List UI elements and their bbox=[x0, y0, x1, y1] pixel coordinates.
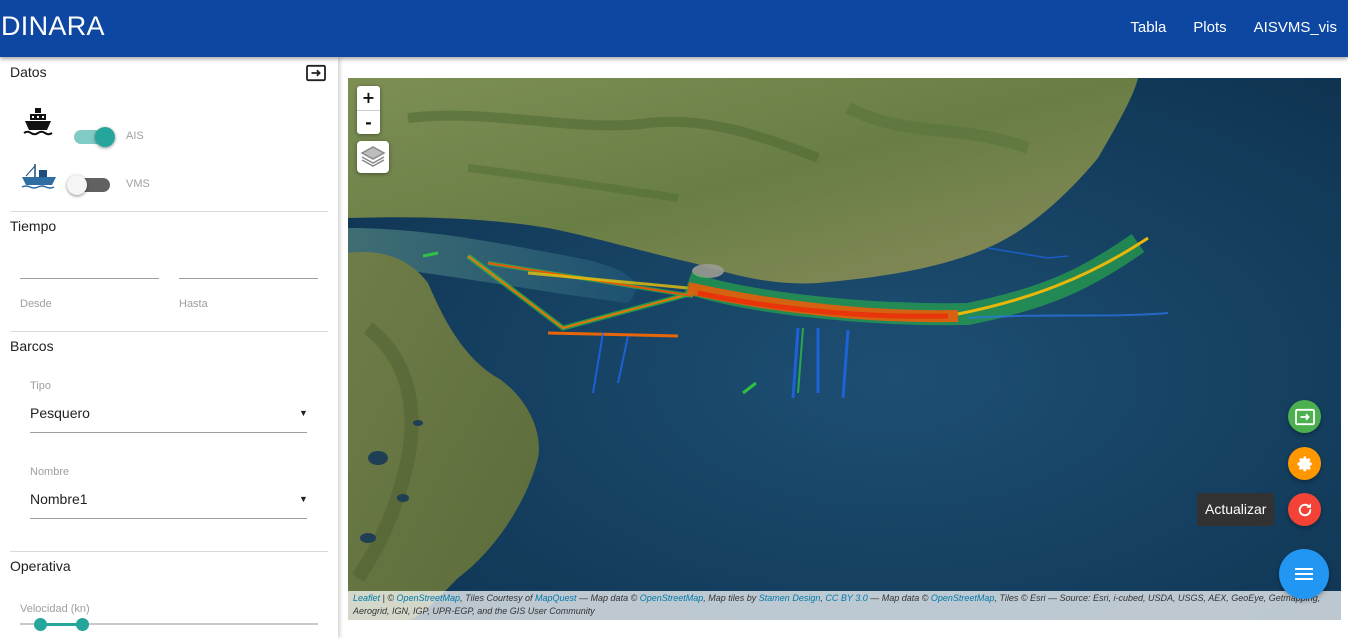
section-title-datos: Datos bbox=[10, 64, 47, 80]
menu-icon bbox=[1295, 568, 1313, 580]
refresh-tooltip: Actualizar bbox=[1197, 493, 1275, 526]
nav-link-aisvms-vis[interactable]: AISVMS_vis bbox=[1254, 19, 1337, 36]
layers-icon bbox=[360, 146, 386, 167]
nav-links: Tabla Plots AISVMS_vis bbox=[1103, 19, 1337, 36]
refresh-icon bbox=[1298, 502, 1311, 516]
gear-icon bbox=[1297, 456, 1312, 471]
refresh-fab[interactable] bbox=[1288, 493, 1321, 526]
stamen-design-link[interactable]: Stamen Design bbox=[759, 593, 821, 603]
section-title-barcos: Barcos bbox=[10, 338, 54, 354]
openstreetmap-link[interactable]: OpenStreetMap bbox=[397, 593, 461, 603]
menu-fab[interactable] bbox=[1279, 549, 1329, 599]
divider bbox=[10, 211, 328, 212]
desde-input[interactable] bbox=[20, 278, 159, 279]
tipo-dropdown-arrow-icon[interactable]: ▼ bbox=[299, 408, 308, 418]
attribution-text: — Map data © bbox=[867, 593, 931, 603]
fishing-boat-icon bbox=[21, 164, 56, 189]
section-title-operativa: Operativa bbox=[10, 558, 71, 574]
cc-by-link[interactable]: CC BY 3.0 bbox=[825, 593, 867, 603]
layers-button[interactable] bbox=[357, 141, 389, 173]
cruise-ship-icon bbox=[23, 108, 53, 136]
mapquest-link[interactable]: MapQuest bbox=[535, 593, 577, 603]
login-icon bbox=[1294, 408, 1315, 425]
velocidad-label: Velocidad (kn) bbox=[20, 603, 90, 615]
top-app-bar: DINARA Tabla Plots AISVMS_vis bbox=[0, 0, 1348, 57]
velocidad-slider-min-thumb[interactable] bbox=[34, 618, 47, 631]
ais-label: AIS bbox=[126, 130, 144, 142]
openstreetmap-link[interactable]: OpenStreetMap bbox=[640, 593, 704, 603]
attribution-text: , Map tiles by bbox=[703, 593, 759, 603]
zoom-out-button[interactable]: - bbox=[357, 110, 380, 134]
satellite-basemap bbox=[348, 78, 1341, 620]
attribution-text: | © bbox=[380, 593, 397, 603]
section-title-tiempo: Tiempo bbox=[10, 218, 57, 234]
login-fab[interactable] bbox=[1288, 400, 1321, 433]
nombre-select-value[interactable]: Nombre1 bbox=[30, 491, 88, 507]
sidebar: Datos AIS VMS Tiempo Desde Hasta Barcos … bbox=[0, 57, 338, 638]
desde-label: Desde bbox=[20, 298, 52, 310]
tipo-select-value[interactable]: Pesquero bbox=[30, 405, 90, 421]
map-view[interactable]: + - Leaflet | © OpenStreetMap, Tiles Cou… bbox=[348, 78, 1341, 620]
hasta-input[interactable] bbox=[179, 278, 318, 279]
divider bbox=[10, 551, 328, 552]
app-title[interactable]: DINARA bbox=[1, 11, 105, 42]
attribution-text: , Tiles Courtesy of bbox=[460, 593, 536, 603]
tipo-select[interactable] bbox=[30, 432, 307, 433]
divider bbox=[10, 331, 328, 332]
zoom-in-button[interactable]: + bbox=[357, 86, 380, 110]
vms-label: VMS bbox=[126, 178, 150, 190]
settings-fab[interactable] bbox=[1288, 447, 1321, 480]
zoom-control: + - bbox=[357, 86, 380, 134]
tipo-label: Tipo bbox=[30, 380, 51, 392]
nav-link-plots[interactable]: Plots bbox=[1193, 19, 1226, 36]
nombre-dropdown-arrow-icon[interactable]: ▼ bbox=[299, 494, 308, 504]
leaflet-link[interactable]: Leaflet bbox=[353, 593, 380, 603]
nav-link-tabla[interactable]: Tabla bbox=[1130, 19, 1166, 36]
collapse-sidebar-icon[interactable] bbox=[305, 64, 327, 82]
map-attribution: Leaflet | © OpenStreetMap, Tiles Courtes… bbox=[348, 591, 1341, 620]
velocidad-slider-max-thumb[interactable] bbox=[76, 618, 89, 631]
ais-toggle[interactable] bbox=[74, 127, 115, 147]
attribution-text: — Map data © bbox=[576, 593, 640, 603]
hasta-label: Hasta bbox=[179, 298, 208, 310]
openstreetmap-link[interactable]: OpenStreetMap bbox=[931, 593, 995, 603]
nombre-select[interactable] bbox=[30, 518, 307, 519]
vms-toggle[interactable] bbox=[67, 175, 110, 195]
nombre-label: Nombre bbox=[30, 466, 70, 478]
